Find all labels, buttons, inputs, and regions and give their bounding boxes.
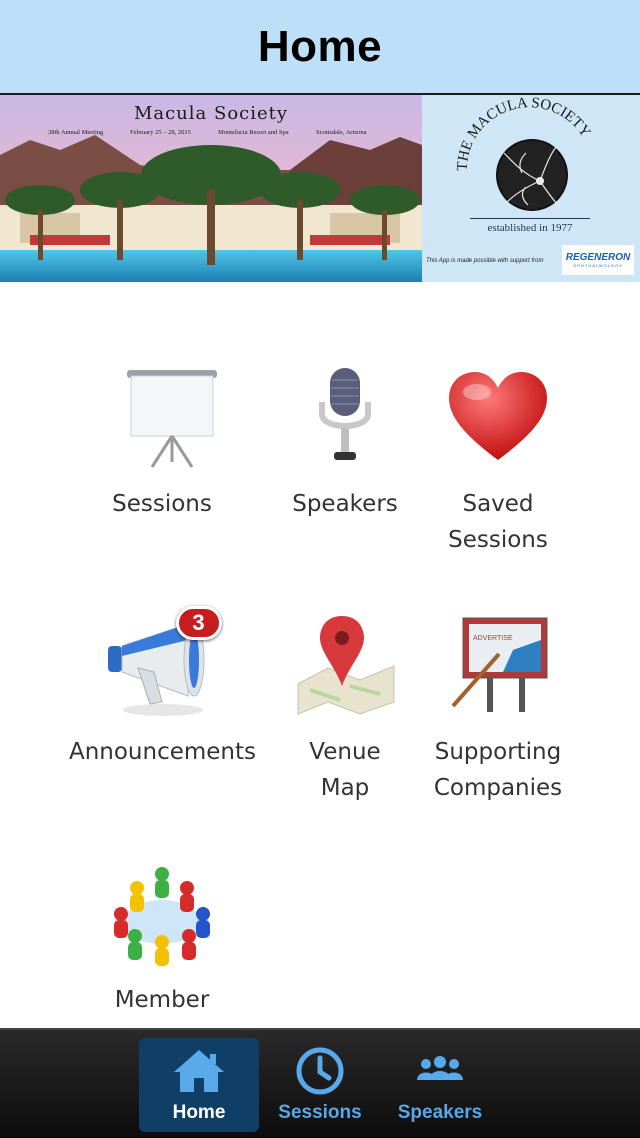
support-text: This App is made possible with support f… — [426, 258, 544, 264]
banner-photo: Macula Society 38th Annual Meeting Febru… — [0, 95, 422, 282]
tab-speakers[interactable]: Speakers — [380, 1038, 500, 1132]
grid-item-speakers[interactable]: Speakers — [275, 362, 415, 522]
member-label: Member — [114, 987, 210, 1013]
grid-item-announcements[interactable]: 3 Announcements — [60, 606, 265, 770]
projector-screen-icon — [107, 362, 217, 472]
sponsor-logo: REGENERON OPHTHALMOLOGY — [562, 245, 634, 275]
banner-venue: Montelucia Resort and Spa — [218, 129, 289, 136]
tab-home-label: Home — [172, 1102, 226, 1123]
society-logo-panel: THE MACULA SOCIETY established in 1977 T… — [422, 95, 640, 282]
map-pin-icon — [290, 610, 400, 720]
microphone-icon — [290, 362, 400, 472]
established-text: established in 1977 — [470, 218, 590, 234]
tab-sessions-label: Sessions — [278, 1102, 362, 1123]
sponsor-sub: OPHTHALMOLOGY — [573, 263, 623, 268]
grid-item-venue-map[interactable]: Venue Map — [275, 610, 415, 806]
speakers-label: Speakers — [292, 491, 398, 517]
people-group-icon — [107, 858, 217, 968]
page-title: Home — [257, 21, 383, 71]
banner-meeting: 38th Annual Meeting — [48, 129, 104, 136]
svg-text:ADVERTISE: ADVERTISE — [473, 635, 513, 642]
banner-title: Macula Society — [133, 103, 289, 124]
venue-map-label: Venue Map — [309, 739, 381, 801]
sponsor-name: REGENERON — [565, 252, 631, 263]
tab-speakers-label: Speakers — [397, 1102, 483, 1123]
banner-location: Scottsdale, Arizona — [316, 129, 367, 136]
announcements-label: Announcements — [68, 739, 257, 765]
banner-dates: February 25 – 28, 2015 — [130, 129, 191, 136]
grid-item-sessions[interactable]: Sessions — [92, 362, 232, 522]
tab-bar: Home Sessions Speakers — [0, 1028, 640, 1138]
heart-icon — [443, 362, 553, 472]
event-banner: Macula Society 38th Annual Meeting Febru… — [0, 95, 640, 282]
megaphone-icon: 3 — [107, 606, 222, 720]
tab-home[interactable]: Home — [139, 1038, 259, 1132]
people-icon — [414, 1046, 466, 1096]
tab-sessions[interactable]: Sessions — [260, 1038, 380, 1132]
supporting-companies-label: Supporting Companies — [433, 739, 563, 801]
grid-item-supporting-companies[interactable]: ADVERTISE Supporting Companies — [418, 610, 578, 806]
announcements-badge: 3 — [175, 606, 222, 640]
saved-sessions-label: Saved Sessions — [448, 491, 548, 553]
grid-item-member[interactable]: Member — [92, 858, 232, 1018]
sessions-label: Sessions — [112, 491, 212, 517]
macula-society-logo: THE MACULA SOCIETY — [455, 95, 594, 211]
home-icon — [172, 1046, 226, 1096]
nav-header: Home — [0, 0, 640, 95]
billboard-icon: ADVERTISE — [443, 610, 553, 720]
clock-icon — [295, 1046, 345, 1096]
grid-item-saved-sessions[interactable]: Saved Sessions — [428, 362, 568, 558]
